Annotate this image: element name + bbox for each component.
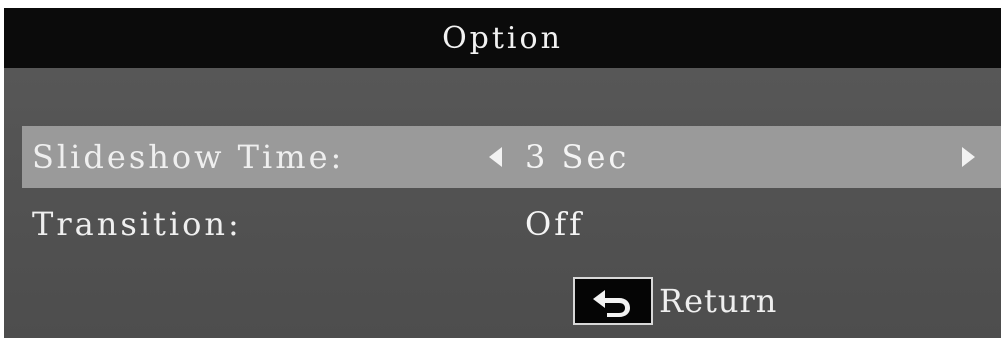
title-bar: Option	[4, 8, 1001, 68]
return-arrow-icon	[573, 277, 653, 325]
option-value-transition: Off	[525, 205, 584, 243]
arrow-right-icon[interactable]	[962, 147, 975, 167]
option-value-slideshow-time: 3 Sec	[525, 138, 630, 176]
option-screen: Option Slideshow Time: 3 Sec Transition:…	[4, 8, 1001, 338]
option-row-slideshow-time[interactable]: Slideshow Time: 3 Sec	[22, 126, 1001, 188]
arrow-left-icon[interactable]	[489, 147, 502, 167]
option-label-slideshow-time: Slideshow Time:	[32, 138, 345, 176]
return-label: Return	[659, 282, 778, 320]
option-row-transition[interactable]: Transition: Off	[22, 196, 1001, 252]
return-button[interactable]: Return	[573, 276, 777, 326]
option-label-transition: Transition:	[32, 205, 242, 243]
page-title: Option	[442, 20, 563, 56]
